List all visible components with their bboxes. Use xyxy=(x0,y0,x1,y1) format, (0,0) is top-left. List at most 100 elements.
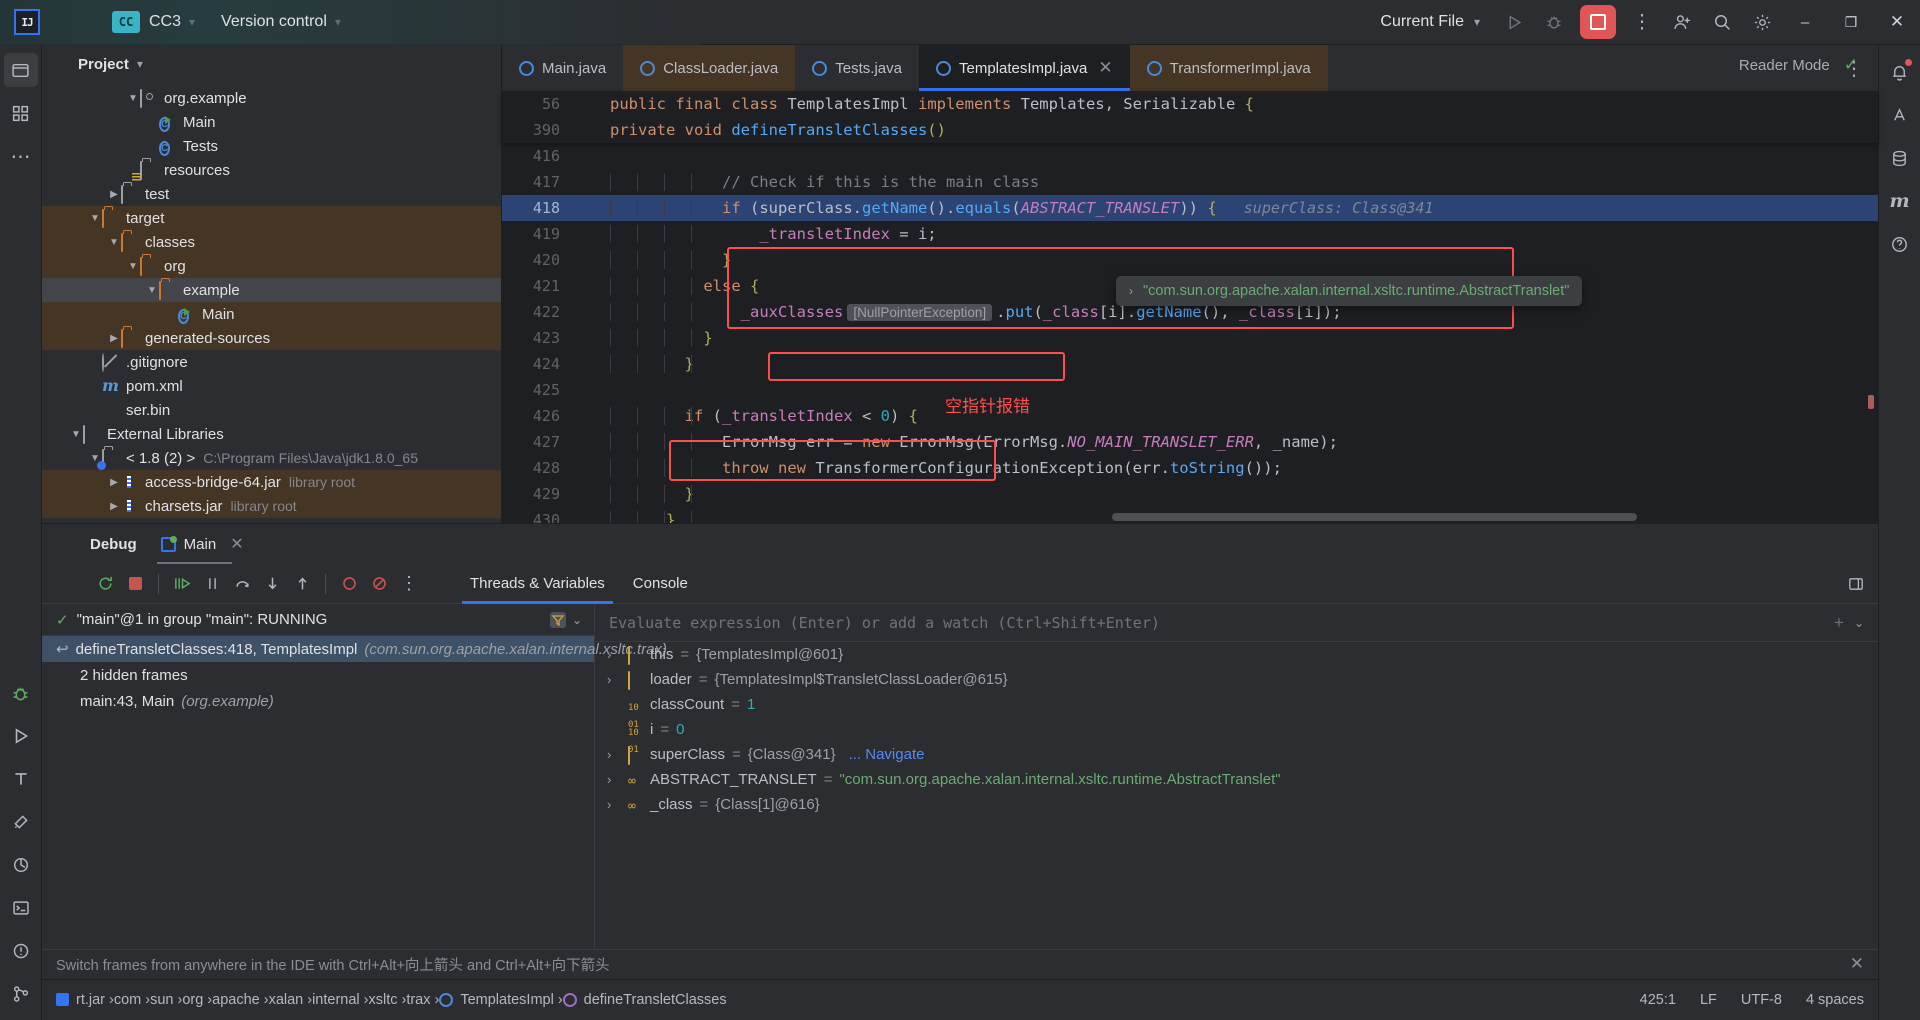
tree-node-ser-bin[interactable]: ▶ser.bin xyxy=(42,398,501,422)
close-session-icon[interactable]: ✕ xyxy=(230,534,243,554)
build-tool-icon[interactable] xyxy=(4,805,38,839)
editor-horizontal-scrollbar[interactable] xyxy=(1112,513,1637,521)
resume-button[interactable] xyxy=(167,569,197,599)
project-tree[interactable]: ▼org.example▶CMain▶CTests▶resources▶test… xyxy=(42,83,501,523)
variable-row-classcount[interactable]: 10 01 classCount = 1 xyxy=(595,692,1878,730)
project-tool-icon[interactable] xyxy=(3,53,38,87)
step-into-button[interactable] xyxy=(257,569,287,599)
problems-tool-icon[interactable] xyxy=(4,934,38,968)
code-line-418[interactable]: 418 if (superClass.getName().equals(ABST… xyxy=(502,195,1878,221)
caret-position[interactable]: 425:1 xyxy=(1640,992,1676,1008)
variable-row-loader[interactable]: › loader = {TemplatesImpl$TransletClassLo… xyxy=(595,667,1878,692)
run-tool-icon[interactable] xyxy=(4,719,38,753)
editor-tab-tests-java[interactable]: Tests.java xyxy=(795,45,919,91)
debug-session-tab[interactable]: Main ✕ xyxy=(156,524,248,564)
breadcrumb-item-xalan[interactable]: xalan xyxy=(269,992,304,1008)
editor-tab-main-java[interactable]: Main.java xyxy=(502,45,623,91)
tree-node-access-bridge-64-jar[interactable]: ▶ access-bridge-64.jar library root xyxy=(42,470,501,494)
debug-view-tab-threads[interactable]: Threads & Variables xyxy=(456,564,619,604)
view-breakpoints-button[interactable] xyxy=(334,569,364,599)
pause-button[interactable] xyxy=(197,569,227,599)
run-config-chevron-down-icon[interactable]: ▾ xyxy=(1474,15,1480,29)
close-button[interactable]: ✕ xyxy=(1874,0,1920,45)
breadcrumb[interactable]: rt.jar › com › sun › org › apache › xalan › internal… xyxy=(56,992,731,1008)
breadcrumb-item-apache[interactable]: apache xyxy=(212,992,260,1008)
project-name[interactable]: CC3 xyxy=(149,13,181,31)
breadcrumb-item-sun[interactable]: sun xyxy=(150,992,173,1008)
code-line-426[interactable]: 426 if (_transletIndex < 0) { xyxy=(502,403,1878,429)
evaluate-expression-input[interactable] xyxy=(609,613,1824,632)
debug-view-tab-console[interactable]: Console xyxy=(619,564,702,604)
editor-tab-templatesimpl-java[interactable]: TemplatesImpl.java ✕ xyxy=(918,45,1130,91)
code-line-427[interactable]: 427 ErrorMsg err = new ErrorMsg(ErrorMsg… xyxy=(502,429,1878,455)
variable-row-superclass[interactable]: › superClass = {Class@341} ... Navigate xyxy=(595,742,1878,767)
chevron-right-icon[interactable]: ▶ xyxy=(107,333,121,344)
maven-icon[interactable]: m xyxy=(1883,184,1917,218)
structure-tool-icon[interactable] xyxy=(4,96,38,130)
more-tools-icon[interactable]: ⋯ xyxy=(4,139,38,173)
filter-icon[interactable] xyxy=(549,611,566,628)
variable-row-abstract_translet[interactable]: › ∞ ABSTRACT_TRANSLET = "com.sun.org.apach… xyxy=(595,767,1878,792)
tree-node-target[interactable]: ▼ target xyxy=(42,206,501,230)
chevron-right-icon[interactable]: ▶ xyxy=(107,501,121,512)
code-line-56[interactable]: 56 public final class TemplatesImpl imple… xyxy=(502,91,1878,117)
code-viewport[interactable]: 416 417 // Check if this is the main clas… xyxy=(502,143,1878,523)
value-tooltip-popup[interactable]: › "com.sun.org.apache.xalan.internal.xsl… xyxy=(1116,276,1583,306)
more-vertical-icon[interactable]: ⋮ xyxy=(1622,2,1662,42)
run-icon[interactable] xyxy=(1494,2,1534,42)
code-line-429[interactable]: 429 } xyxy=(502,481,1878,507)
expand-chevron-icon[interactable]: › xyxy=(607,772,621,787)
chevron-down-icon[interactable]: ▼ xyxy=(126,261,140,272)
code-line-428[interactable]: 428 throw new TransformerConfigurationEx… xyxy=(502,455,1878,481)
stack-frame-row[interactable]: ↩ defineTransletClasses:418, TemplatesImp… xyxy=(42,636,667,662)
step-over-button[interactable] xyxy=(227,569,257,599)
indent-setting[interactable]: 4 spaces xyxy=(1806,992,1864,1008)
tree-node-main[interactable]: ▶CMain xyxy=(42,302,501,326)
breadcrumb-item-internal[interactable]: internal xyxy=(312,992,360,1008)
rerun-button[interactable] xyxy=(90,569,120,599)
add-watch-icon[interactable]: + xyxy=(1834,613,1844,633)
stop-button[interactable] xyxy=(1580,5,1616,39)
breadcrumb-item-definetransletclasses[interactable]: defineTransletClasses xyxy=(562,992,727,1008)
chevron-down-icon[interactable]: ▼ xyxy=(107,237,121,248)
line-separator[interactable]: LF xyxy=(1700,992,1717,1008)
step-out-button[interactable] xyxy=(287,569,317,599)
project-panel-chevron-down-icon[interactable]: ▾ xyxy=(137,57,143,71)
tree-node-example[interactable]: ▼ example xyxy=(42,278,501,302)
thread-status-row[interactable]: ✓ "main"@1 in group "main": RUNNING ⌄ xyxy=(42,604,594,636)
chevron-down-icon[interactable]: ▼ xyxy=(126,93,140,104)
inline-variable-hint[interactable]: superClass: Class@341 xyxy=(1217,199,1434,217)
editor-tab-classloader-java[interactable]: ClassLoader.java xyxy=(623,45,796,91)
tree-node--gitignore[interactable]: ▶.gitignore xyxy=(42,350,501,374)
maximize-button[interactable]: ❐ xyxy=(1828,0,1874,45)
tree-node-org-example[interactable]: ▼ org.example xyxy=(42,86,501,110)
hamburger-menu-icon[interactable] xyxy=(62,13,88,32)
tree-node-test[interactable]: ▶ test xyxy=(42,182,501,206)
watch-chevron-down-icon[interactable]: ⌄ xyxy=(1854,616,1864,630)
stack-frame-row[interactable]: main:43, Main (org.example) xyxy=(42,688,594,714)
help-icon[interactable] xyxy=(1883,227,1917,261)
expand-chevron-icon[interactable]: › xyxy=(607,647,621,662)
inspections-ok-icon[interactable]: ✓ xyxy=(1844,55,1858,75)
database-icon[interactable] xyxy=(1883,141,1917,175)
tree-node-pom-xml[interactable]: ▶mpom.xml xyxy=(42,374,501,398)
minimize-button[interactable]: – xyxy=(1782,0,1828,45)
code-line-423[interactable]: 423 } xyxy=(502,325,1878,351)
code-line-425[interactable]: 425 xyxy=(502,377,1878,403)
chevron-right-icon[interactable]: ▶ xyxy=(107,477,121,488)
breadcrumb-item-rt-jar[interactable]: rt.jar xyxy=(56,992,105,1008)
tree-node-main[interactable]: ▶CMain xyxy=(42,110,501,134)
code-line-416[interactable]: 416 xyxy=(502,143,1878,169)
code-line-390[interactable]: 390 private void defineTransletClasses() xyxy=(502,117,1878,143)
code-line-424[interactable]: 424 } xyxy=(502,351,1878,377)
vcs-chevron-down-icon[interactable]: ▾ xyxy=(335,15,341,29)
code-line-417[interactable]: 417 // Check if this is the main class xyxy=(502,169,1878,195)
expand-chevron-icon[interactable]: › xyxy=(607,747,621,762)
inline-exception-hint[interactable]: [NullPointerException] xyxy=(847,304,993,321)
stop-button[interactable] xyxy=(120,569,150,599)
mute-breakpoints-button[interactable] xyxy=(364,569,394,599)
tree-node-external-libraries[interactable]: ▼ External Libraries xyxy=(42,422,501,446)
expand-chevron-icon[interactable]: › xyxy=(607,672,621,687)
version-control-tool-icon[interactable] xyxy=(4,977,38,1011)
breadcrumb-item-org[interactable]: org xyxy=(182,992,203,1008)
